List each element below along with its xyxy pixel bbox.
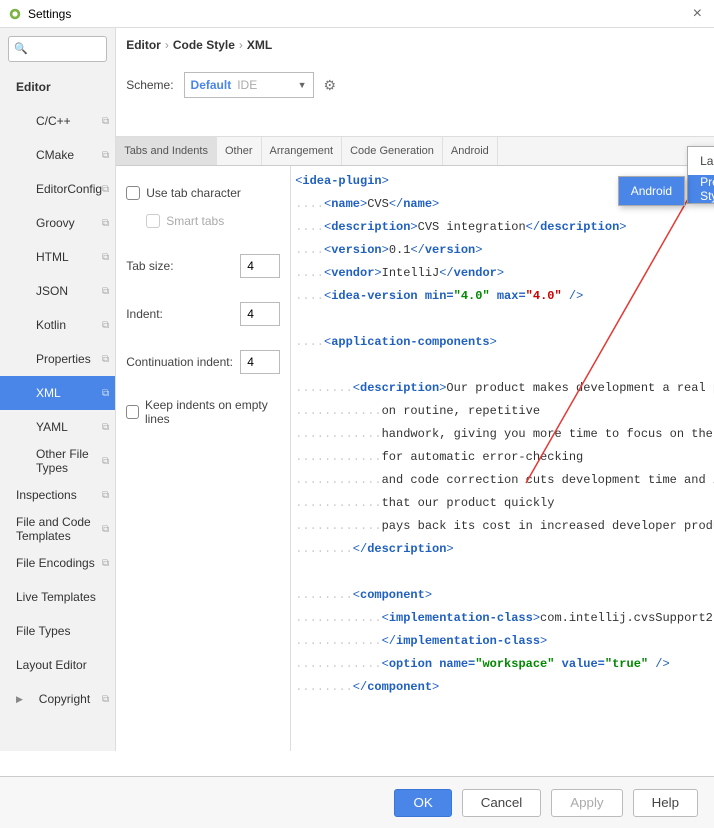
tree-item-file-and-code-templates[interactable]: File and Code Templates⧉ bbox=[0, 512, 115, 546]
menu-language[interactable]: Language▶ bbox=[688, 147, 714, 175]
sidebar: 🔍 EditorC/C++⧉CMake⧉EditorConfig⧉Groovy⧉… bbox=[0, 28, 116, 751]
tab-arrangement[interactable]: Arrangement bbox=[262, 137, 343, 165]
cont-indent-input[interactable] bbox=[240, 350, 280, 374]
copy-icon: ⧉ bbox=[102, 354, 109, 365]
scheme-label: Scheme: bbox=[126, 78, 173, 92]
chevron-right-icon: ▶ bbox=[16, 694, 23, 705]
copy-icon: ⧉ bbox=[102, 490, 109, 501]
tree-editor[interactable]: Editor bbox=[0, 70, 115, 104]
indent-label: Indent: bbox=[126, 307, 163, 321]
tab-tabs-and-indents[interactable]: Tabs and Indents bbox=[116, 137, 217, 165]
tree-item-groovy[interactable]: Groovy⧉ bbox=[0, 206, 115, 240]
tab-size-label: Tab size: bbox=[126, 259, 173, 273]
tree-item-kotlin[interactable]: Kotlin⧉ bbox=[0, 308, 115, 342]
code-preview: <idea-plugin>....<name>CVS</name>....<de… bbox=[291, 166, 714, 751]
use-tab-checkbox[interactable]: Use tab character bbox=[126, 186, 280, 200]
tree-item-layout-editor[interactable]: Layout Editor bbox=[0, 648, 115, 682]
copy-icon: ⧉ bbox=[102, 320, 109, 331]
tree-item-copyright[interactable]: ▶Copyright⧉ bbox=[0, 682, 115, 716]
tree-item-cmake[interactable]: CMake⧉ bbox=[0, 138, 115, 172]
menu-predefined-style[interactable]: Predefined Style▶ bbox=[688, 175, 714, 203]
window-title: Settings bbox=[28, 7, 71, 21]
settings-tree: EditorC/C++⧉CMake⧉EditorConfig⧉Groovy⧉HT… bbox=[0, 70, 115, 751]
copy-icon: ⧉ bbox=[102, 286, 109, 297]
copy-icon: ⧉ bbox=[102, 422, 109, 433]
tree-item-live-templates[interactable]: Live Templates bbox=[0, 580, 115, 614]
tab-other[interactable]: Other bbox=[217, 137, 262, 165]
tree-item-json[interactable]: JSON⧉ bbox=[0, 274, 115, 308]
copy-icon: ⧉ bbox=[102, 252, 109, 263]
app-icon bbox=[8, 7, 22, 21]
copy-icon: ⧉ bbox=[102, 218, 109, 229]
keep-indents-checkbox[interactable]: Keep indents on empty lines bbox=[126, 398, 280, 426]
copy-icon: ⧉ bbox=[102, 456, 109, 467]
tree-item-properties[interactable]: Properties⧉ bbox=[0, 342, 115, 376]
indent-input[interactable] bbox=[240, 302, 280, 326]
smart-tabs-checkbox: Smart tabs bbox=[146, 214, 280, 228]
tree-item-editorconfig[interactable]: EditorConfig⧉ bbox=[0, 172, 115, 206]
predefined-submenu: Android bbox=[618, 176, 685, 206]
copy-icon: ⧉ bbox=[102, 150, 109, 161]
menu-android[interactable]: Android bbox=[619, 177, 684, 205]
tree-item-html[interactable]: HTML⧉ bbox=[0, 240, 115, 274]
breadcrumb: Editor›Code Style›XML bbox=[116, 28, 714, 58]
content-panel: Editor›Code Style›XML Scheme: Default ID… bbox=[116, 28, 714, 751]
gear-icon[interactable]: ⚙ bbox=[324, 77, 337, 94]
tree-item-file-encodings[interactable]: File Encodings⧉ bbox=[0, 546, 115, 580]
dialog-footer: OK Cancel Apply Help bbox=[0, 776, 714, 828]
tree-item-xml[interactable]: XML⧉ bbox=[0, 376, 115, 410]
tree-item-c-c-[interactable]: C/C++⧉ bbox=[0, 104, 115, 138]
tree-item-file-types[interactable]: File Types bbox=[0, 614, 115, 648]
tree-item-yaml[interactable]: YAML⧉ bbox=[0, 410, 115, 444]
tree-item-other-file-types[interactable]: Other File Types⧉ bbox=[0, 444, 115, 478]
copy-icon: ⧉ bbox=[102, 694, 109, 705]
apply-button[interactable]: Apply bbox=[551, 789, 622, 817]
search-icon: 🔍 bbox=[14, 42, 28, 55]
scheme-select[interactable]: Default IDE ▼ bbox=[184, 72, 314, 98]
copy-icon: ⧉ bbox=[102, 388, 109, 399]
set-from-menu: Language▶ Predefined Style▶ bbox=[687, 146, 714, 204]
ok-button[interactable]: OK bbox=[394, 789, 451, 817]
help-button[interactable]: Help bbox=[633, 789, 698, 817]
tab-size-input[interactable] bbox=[240, 254, 280, 278]
tab-android[interactable]: Android bbox=[443, 137, 498, 165]
indent-form: Use tab character Smart tabs Tab size: I… bbox=[116, 166, 291, 751]
copy-icon: ⧉ bbox=[102, 524, 109, 535]
copy-icon: ⧉ bbox=[102, 558, 109, 569]
tab-code-generation[interactable]: Code Generation bbox=[342, 137, 443, 165]
cancel-button[interactable]: Cancel bbox=[462, 789, 542, 817]
tree-item-inspections[interactable]: Inspections⧉ bbox=[0, 478, 115, 512]
chevron-down-icon: ▼ bbox=[298, 80, 307, 90]
close-icon[interactable]: × bbox=[689, 5, 706, 23]
cont-indent-label: Continuation indent: bbox=[126, 355, 233, 369]
tab-bar: Tabs and IndentsOtherArrangementCode Gen… bbox=[116, 136, 714, 166]
copy-icon: ⧉ bbox=[102, 184, 109, 195]
copy-icon: ⧉ bbox=[102, 116, 109, 127]
title-bar: Settings × bbox=[0, 0, 714, 28]
